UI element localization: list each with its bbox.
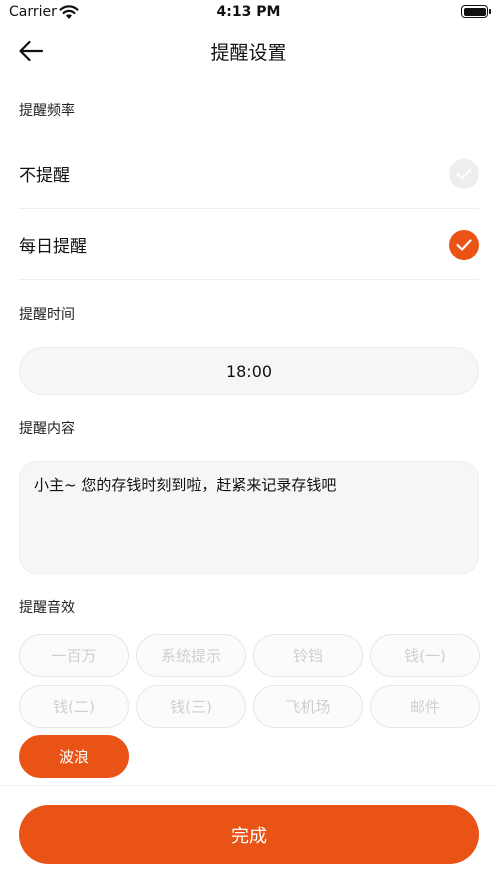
page-title: 提醒设置 [210,42,287,64]
battery-icon [461,5,491,18]
sound-chip[interactable]: 一百万 [19,634,129,677]
content-label: 提醒内容 [19,421,75,437]
sound-chip[interactable]: 系统提示 [136,634,246,677]
frequency-option-label: 不提醒 [19,166,70,186]
status-bar: Carrier 4:13 PM [0,0,497,26]
content-textarea[interactable]: 小主~ 您的存钱时刻到啦，赶紧来记录存钱吧 [19,461,479,574]
footer-divider [0,785,497,786]
frequency-option-daily[interactable]: 每日提醒 [19,210,479,280]
sound-chip[interactable]: 钱(一) [370,634,480,677]
frequency-label: 提醒频率 [19,103,75,119]
sound-chip[interactable]: 钱(二) [19,685,129,728]
nav-bar: 提醒设置 [0,26,497,76]
sound-chip-selected[interactable]: 波浪 [19,735,129,778]
check-circle-icon [449,158,479,189]
done-button[interactable]: 完成 [19,805,479,864]
time-picker-field[interactable]: 18:00 [19,347,479,395]
status-time: 4:13 PM [216,4,281,20]
sound-label: 提醒音效 [19,600,75,616]
reminder-settings-screen: Carrier 4:13 PM 提醒设置 提醒频率 不提醒 每日提醒 提醒时间 … [0,0,497,883]
sound-chip[interactable]: 邮件 [370,685,480,728]
frequency-option-none[interactable]: 不提醒 [19,139,479,209]
check-circle-icon [449,229,479,260]
sound-chip[interactable]: 铃铛 [253,634,363,677]
sound-chip[interactable]: 飞机场 [253,685,363,728]
sound-chip[interactable]: 钱(三) [136,685,246,728]
battery-cap [489,9,491,14]
battery-fill [463,7,486,16]
frequency-option-label: 每日提醒 [19,237,87,257]
time-label: 提醒时间 [19,307,75,323]
